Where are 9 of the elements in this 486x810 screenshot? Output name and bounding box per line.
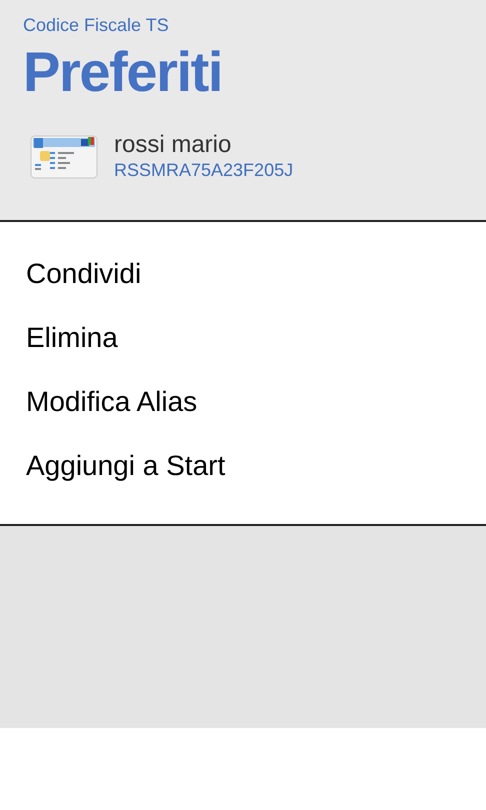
- menu-item[interactable]: Condividi: [26, 252, 142, 296]
- app-title: Codice Fiscale TS: [23, 14, 169, 37]
- id-card-icon: [30, 134, 98, 179]
- fiscal-code: RSSMRA75A23F205J: [114, 159, 294, 182]
- page-title: Preferiti: [23, 41, 222, 103]
- menu-item[interactable]: Elimina: [26, 316, 118, 360]
- menu-item[interactable]: Modifica Alias: [26, 380, 198, 424]
- entry-name: rossi mario: [114, 130, 232, 160]
- menu-item[interactable]: Aggiungi a Start: [26, 444, 226, 488]
